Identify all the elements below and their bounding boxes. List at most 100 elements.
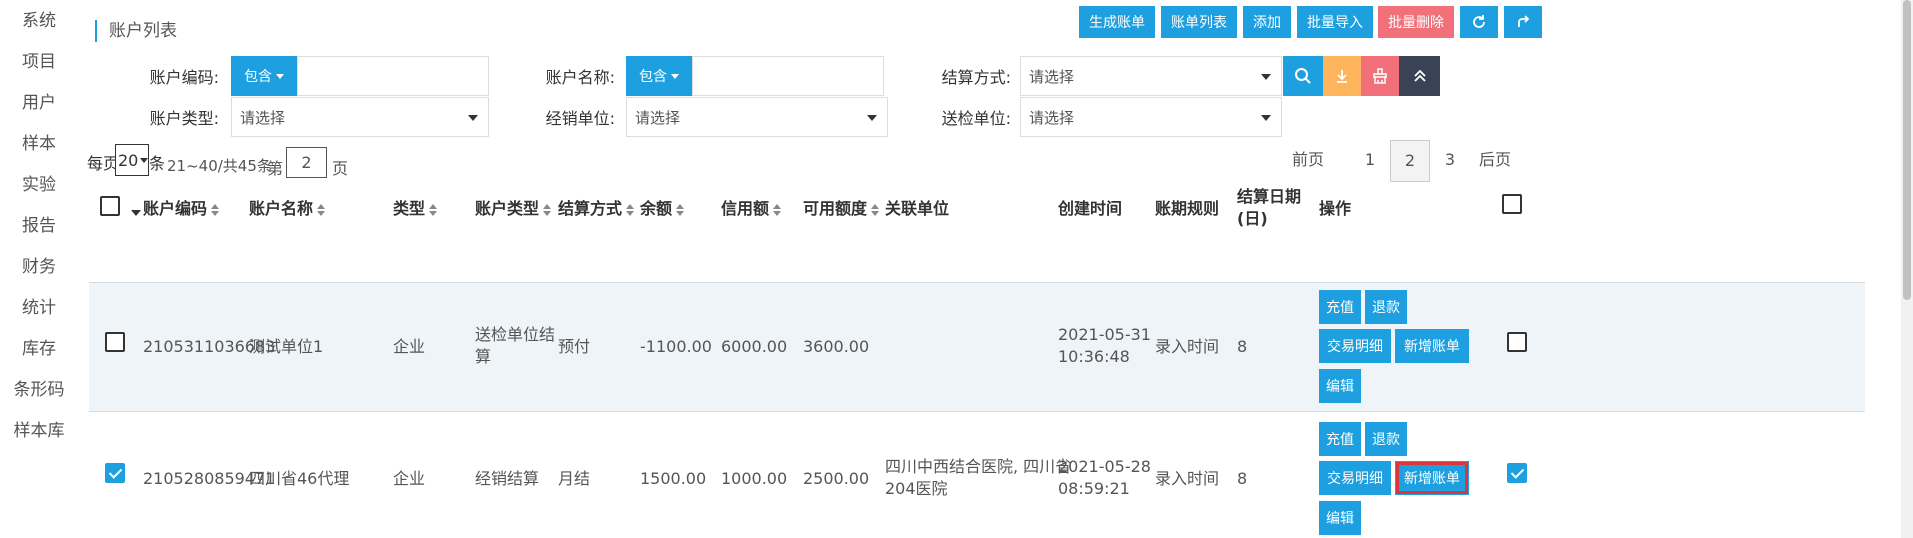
col-period-rule: 账期规则 bbox=[1155, 199, 1220, 218]
account-name-input[interactable] bbox=[692, 56, 884, 96]
share-button[interactable] bbox=[1504, 6, 1542, 38]
sidebar-item-sample[interactable]: 样本 bbox=[0, 129, 78, 159]
account-name-mode-dropdown[interactable]: 包含 bbox=[626, 56, 692, 96]
edit-button[interactable]: 编辑 bbox=[1319, 369, 1361, 403]
dealer-unit-select[interactable]: 请选择 bbox=[626, 97, 888, 137]
cell-balance: -1100.00 bbox=[640, 337, 712, 356]
col-balance-label: 余额 bbox=[640, 199, 673, 218]
add-button[interactable]: 添加 bbox=[1243, 6, 1291, 38]
sidebar-item-inventory[interactable]: 库存 bbox=[0, 334, 78, 364]
cell-created-date: 2021-05-28 bbox=[1058, 457, 1151, 476]
per-page-value: 20 bbox=[118, 150, 139, 170]
cell-available: 2500.00 bbox=[803, 469, 870, 488]
next-page-link[interactable]: 后页 bbox=[1474, 140, 1516, 182]
collapse-icon bbox=[1413, 69, 1426, 82]
cell-account-name: 测试单位1 bbox=[249, 337, 324, 356]
transactions-button[interactable]: 交易明细 bbox=[1319, 461, 1391, 495]
col-operations: 操作 bbox=[1319, 199, 1352, 218]
sidebar-item-barcode[interactable]: 条形码 bbox=[0, 375, 78, 405]
select-all-checkbox-right[interactable] bbox=[1502, 194, 1522, 214]
per-page-suffix: 条 bbox=[149, 154, 166, 173]
page-number-input[interactable]: 2 bbox=[286, 147, 327, 178]
page-scrollbar[interactable] bbox=[1901, 0, 1913, 538]
cell-account-type: 送检单位结算 bbox=[475, 324, 555, 368]
new-bill-button[interactable]: 新增账单 bbox=[1395, 329, 1469, 363]
account-name-mode-label: 包含 bbox=[639, 69, 667, 85]
sort-icon bbox=[871, 203, 880, 216]
cell-account-type: 经销结算 bbox=[475, 469, 540, 488]
row-checkbox-right[interactable] bbox=[1507, 463, 1527, 483]
row-checkbox-right[interactable] bbox=[1507, 332, 1527, 352]
col-available[interactable]: 可用额度 bbox=[803, 198, 880, 220]
sort-desc-icon[interactable] bbox=[131, 210, 141, 216]
recharge-button[interactable]: 充值 bbox=[1319, 422, 1361, 456]
sidebar-item-user[interactable]: 用户 bbox=[0, 88, 78, 118]
account-type-select[interactable]: 请选择 bbox=[231, 97, 489, 137]
sidebar-item-report[interactable]: 报告 bbox=[0, 211, 78, 241]
row-checkbox[interactable] bbox=[105, 332, 125, 352]
cell-settle-day: 8 bbox=[1237, 469, 1248, 488]
col-account-code[interactable]: 账户编码 bbox=[143, 198, 220, 220]
sidebar-item-finance[interactable]: 财务 bbox=[0, 252, 78, 282]
row-checkbox[interactable] bbox=[105, 463, 125, 483]
sidebar-item-experiment[interactable]: 实验 bbox=[0, 170, 78, 200]
inspection-unit-select[interactable]: 请选择 bbox=[1020, 97, 1282, 137]
refresh-button[interactable] bbox=[1460, 6, 1498, 38]
col-settlement-label: 结算方式 bbox=[558, 199, 623, 218]
new-bill-button[interactable]: 新增账单 bbox=[1395, 461, 1469, 495]
download-icon bbox=[1337, 70, 1347, 83]
col-type[interactable]: 类型 bbox=[393, 198, 438, 220]
settlement-method-label: 结算方式: bbox=[941, 68, 1011, 87]
select-all-checkbox[interactable] bbox=[100, 196, 120, 216]
col-account-type-label: 账户类型 bbox=[475, 199, 540, 218]
col-account-type[interactable]: 账户类型 bbox=[475, 198, 552, 220]
cell-account-type-line1: 送检单位结 bbox=[475, 325, 556, 344]
batch-import-button[interactable]: 批量导入 bbox=[1297, 6, 1373, 38]
col-credit[interactable]: 信用额 bbox=[721, 198, 782, 220]
download-button[interactable] bbox=[1323, 56, 1361, 96]
table-row bbox=[89, 282, 1865, 412]
scrollbar-thumb[interactable] bbox=[1903, 0, 1911, 300]
page-link-3[interactable]: 3 bbox=[1430, 140, 1470, 182]
col-related-unit: 关联单位 bbox=[885, 199, 950, 218]
clear-button[interactable] bbox=[1361, 56, 1399, 96]
sidebar-item-statistics[interactable]: 统计 bbox=[0, 293, 78, 323]
sort-icon bbox=[676, 203, 685, 216]
refund-button[interactable]: 退款 bbox=[1365, 290, 1407, 324]
col-balance[interactable]: 余额 bbox=[640, 198, 685, 220]
chevron-down-icon bbox=[671, 73, 679, 79]
col-account-name[interactable]: 账户名称 bbox=[249, 198, 326, 220]
sidebar-item-project[interactable]: 项目 bbox=[0, 47, 78, 77]
page-link-1[interactable]: 1 bbox=[1350, 140, 1390, 182]
page-link-2[interactable]: 2 bbox=[1390, 140, 1430, 182]
sidebar-item-system[interactable]: 系统 bbox=[0, 6, 78, 36]
cell-available: 3600.00 bbox=[803, 337, 870, 356]
per-page-select[interactable]: 20 bbox=[115, 144, 149, 176]
batch-delete-button[interactable]: 批量删除 bbox=[1378, 6, 1454, 38]
collapse-button[interactable] bbox=[1399, 56, 1440, 96]
prev-page-link[interactable]: 前页 bbox=[1287, 140, 1329, 182]
account-code-mode-dropdown[interactable]: 包含 bbox=[231, 56, 297, 96]
account-code-input[interactable] bbox=[297, 56, 489, 96]
generate-bill-button[interactable]: 生成账单 bbox=[1079, 6, 1155, 38]
main-panel: 账户列表 生成账单 账单列表 添加 批量导入 批量删除 账户编码: 包含 账户名… bbox=[87, 0, 1913, 538]
settlement-method-select[interactable]: 请选择 bbox=[1020, 56, 1282, 96]
page-suffix: 页 bbox=[332, 159, 349, 178]
inspection-unit-label: 送检单位: bbox=[941, 109, 1011, 128]
col-settlement[interactable]: 结算方式 bbox=[558, 198, 635, 220]
refund-button[interactable]: 退款 bbox=[1365, 422, 1407, 456]
col-available-label: 可用额度 bbox=[803, 199, 868, 218]
cell-type: 企业 bbox=[393, 469, 426, 488]
edit-button[interactable]: 编辑 bbox=[1319, 501, 1361, 535]
sidebar-item-sample-bank[interactable]: 样本库 bbox=[0, 416, 78, 446]
cell-settlement: 月结 bbox=[558, 469, 591, 488]
bill-list-button[interactable]: 账单列表 bbox=[1161, 6, 1237, 38]
search-button[interactable] bbox=[1283, 56, 1323, 96]
cell-related-line2: 204医院 bbox=[885, 479, 948, 498]
recharge-button[interactable]: 充值 bbox=[1319, 290, 1361, 324]
chevron-down-icon bbox=[276, 73, 284, 79]
inspection-unit-value: 请选择 bbox=[1029, 108, 1075, 127]
share-icon bbox=[1518, 15, 1530, 27]
sort-icon bbox=[429, 203, 438, 216]
transactions-button[interactable]: 交易明细 bbox=[1319, 329, 1391, 363]
